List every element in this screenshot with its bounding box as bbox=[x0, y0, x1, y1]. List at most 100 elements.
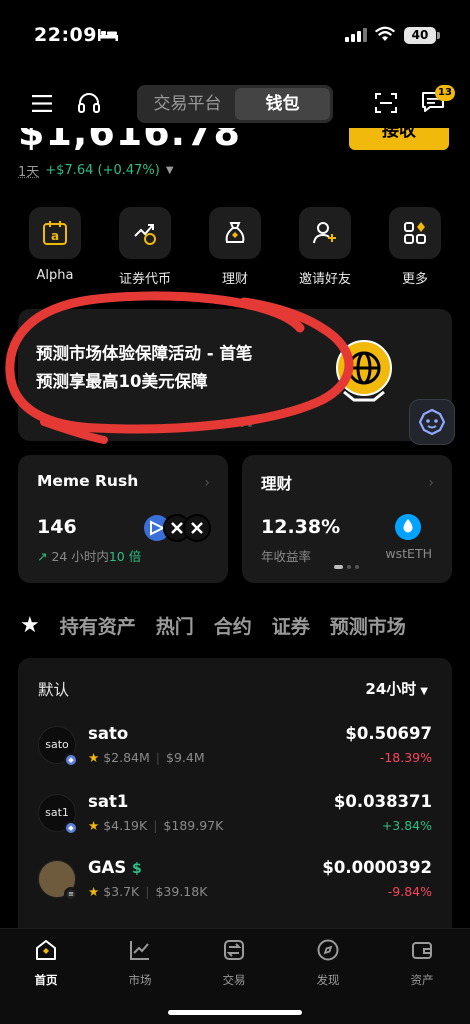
earn-card[interactable]: 理财 › 12.38% 年收益率 wstETH bbox=[242, 455, 452, 583]
card-value: 12.38% bbox=[261, 516, 341, 538]
battery-icon: 40 bbox=[404, 27, 436, 44]
chevron-right-icon: › bbox=[204, 475, 210, 491]
tab-wallet[interactable]: 钱包 bbox=[235, 88, 330, 120]
pnl-period: 1天 bbox=[18, 165, 40, 180]
svg-text:a: a bbox=[51, 229, 59, 243]
tab-exchange[interactable]: 交易平台 bbox=[140, 88, 235, 120]
token-meta: ★ $2.84M | $9.4M bbox=[88, 750, 205, 765]
period-selector[interactable]: 24小时 ▼ bbox=[365, 678, 428, 699]
token-change: -18.39% bbox=[379, 750, 432, 765]
nav-label: 交易 bbox=[222, 973, 246, 987]
token-row[interactable]: sat1 ◆ sat1 ★ $4.19K | $189.97K $0.038371 +… bbox=[18, 792, 452, 860]
caret-down-icon: ▼ bbox=[420, 686, 428, 697]
quick-action-label: 理财 bbox=[221, 272, 248, 287]
sleep-focus-icon bbox=[98, 29, 118, 41]
quick-action-alpha[interactable]: a Alpha bbox=[18, 207, 92, 283]
nav-discover[interactable]: 发现 bbox=[298, 938, 358, 988]
token-meta: ★ $3.7K | $39.18K bbox=[88, 884, 208, 899]
nav-assets[interactable]: 资产 bbox=[392, 938, 452, 988]
nav-label: 发现 bbox=[316, 973, 340, 987]
token-meta: ★ $4.19K | $189.97K bbox=[88, 818, 224, 833]
robot-face-icon bbox=[418, 408, 446, 436]
pnl-row[interactable]: 1天 +$7.64 (+0.47%) ▼ bbox=[18, 161, 174, 180]
status-bar: 22:09 40 bbox=[0, 0, 470, 70]
promo-banner[interactable]: 预测市场体验保障活动 - 首笔 预测享最高10美元保障 bbox=[18, 309, 452, 441]
notification-badge: 13 bbox=[435, 85, 455, 101]
token-change: +3.84% bbox=[381, 818, 432, 833]
market-cap: $3.7K bbox=[103, 884, 140, 899]
quick-action-more[interactable]: 更多 bbox=[378, 207, 452, 287]
tab-prediction[interactable]: 预测市场 bbox=[330, 612, 406, 639]
volume: $189.97K bbox=[163, 818, 224, 833]
meme-token-icons bbox=[144, 514, 211, 542]
token-price: $0.0000392 bbox=[322, 858, 432, 877]
market-cap: $2.84M bbox=[103, 750, 150, 765]
ethereum-chain-icon: ◆ bbox=[64, 821, 78, 835]
menu-icon[interactable] bbox=[32, 95, 52, 112]
card-token: wstETH bbox=[385, 546, 432, 561]
volume: $39.18K bbox=[155, 884, 208, 899]
scan-icon[interactable] bbox=[374, 92, 398, 114]
promo-line-1: 预测市场体验保障活动 - 首笔 bbox=[36, 344, 253, 363]
nav-home[interactable]: 首页 bbox=[16, 938, 76, 988]
quick-action-stock-token[interactable]: 证券代币 bbox=[108, 207, 182, 287]
favorites-star-icon[interactable]: ★ bbox=[20, 613, 40, 638]
home-indicator bbox=[168, 1010, 302, 1015]
meme-rush-card[interactable]: Meme Rush › 146 ↗ 24 小时内10 倍 bbox=[18, 455, 228, 583]
wifi-icon bbox=[375, 26, 395, 41]
nav-market[interactable]: 市场 bbox=[110, 938, 170, 988]
tab-securities[interactable]: 证券 bbox=[272, 612, 310, 639]
quick-action-label: Alpha bbox=[36, 268, 74, 283]
pnl-value: +$7.64 (+0.47%) bbox=[45, 163, 160, 178]
token-name-text: GAS bbox=[88, 858, 127, 877]
tab-hot[interactable]: 热门 bbox=[156, 612, 194, 639]
card-title: Meme Rush bbox=[37, 472, 139, 490]
solana-chain-icon: ≡ bbox=[64, 887, 78, 901]
token-name: sato bbox=[88, 724, 129, 743]
ai-assistant-button[interactable] bbox=[409, 399, 455, 445]
alpha-icon: a bbox=[29, 207, 81, 259]
nav-label: 首页 bbox=[34, 973, 58, 987]
receive-button[interactable]: 接收 bbox=[349, 128, 449, 150]
carousel-dots bbox=[334, 565, 359, 569]
nav-trade[interactable]: 交易 bbox=[204, 938, 264, 988]
card-subtitle: 年收益率 bbox=[261, 549, 312, 564]
chevron-down-icon: ▼ bbox=[165, 165, 174, 176]
token-row[interactable]: ≡ GAS $ ★ $3.7K | $39.18K $0.0000392 -9.84% bbox=[18, 858, 452, 926]
tab-futures[interactable]: 合约 bbox=[214, 612, 252, 639]
card-sub-highlight: 10 倍 bbox=[108, 549, 142, 564]
earn-bag-icon bbox=[209, 207, 261, 259]
globe-coin-icon bbox=[336, 340, 392, 402]
status-time: 22:09 bbox=[34, 24, 97, 46]
more-grid-icon bbox=[389, 207, 441, 259]
quick-action-earn[interactable]: 理财 bbox=[198, 207, 272, 287]
nav-label: 资产 bbox=[410, 973, 434, 987]
card-sub-prefix: 24 小时内 bbox=[51, 549, 109, 564]
token-name: GAS $ bbox=[88, 858, 142, 877]
volume: $9.4M bbox=[166, 750, 205, 765]
token-row[interactable]: sato ◆ sato ★ $2.84M | $9.4M $0.50697 -18.3… bbox=[18, 724, 452, 792]
quick-action-invite[interactable]: 邀请好友 bbox=[288, 207, 362, 287]
discover-compass-icon bbox=[317, 939, 339, 961]
token-price: $0.038371 bbox=[333, 792, 432, 811]
trend-up-icon: ↗ bbox=[37, 549, 52, 564]
sort-default[interactable]: 默认 bbox=[38, 678, 69, 700]
star-icon: ★ bbox=[88, 884, 100, 899]
star-icon: ★ bbox=[88, 750, 100, 765]
mode-switch: 交易平台 钱包 bbox=[137, 85, 333, 123]
card-title: 理财 bbox=[261, 475, 293, 493]
battery-tip bbox=[437, 32, 440, 39]
token-change: -9.84% bbox=[387, 884, 432, 899]
period-label: 24小时 bbox=[365, 680, 417, 698]
ethereum-chain-icon: ◆ bbox=[64, 753, 78, 767]
card-value: 146 bbox=[37, 516, 77, 538]
quick-action-label: 证券代币 bbox=[118, 272, 171, 287]
card-subtitle: ↗ 24 小时内10 倍 bbox=[37, 546, 141, 565]
token-name: sat1 bbox=[88, 792, 129, 811]
star-icon: ★ bbox=[88, 818, 100, 833]
tab-holdings[interactable]: 持有资产 bbox=[60, 612, 136, 639]
total-balance: $1,616.78 bbox=[18, 128, 241, 150]
support-headset-icon[interactable] bbox=[77, 92, 101, 114]
market-cap: $4.19K bbox=[103, 818, 148, 833]
home-icon bbox=[36, 940, 56, 960]
